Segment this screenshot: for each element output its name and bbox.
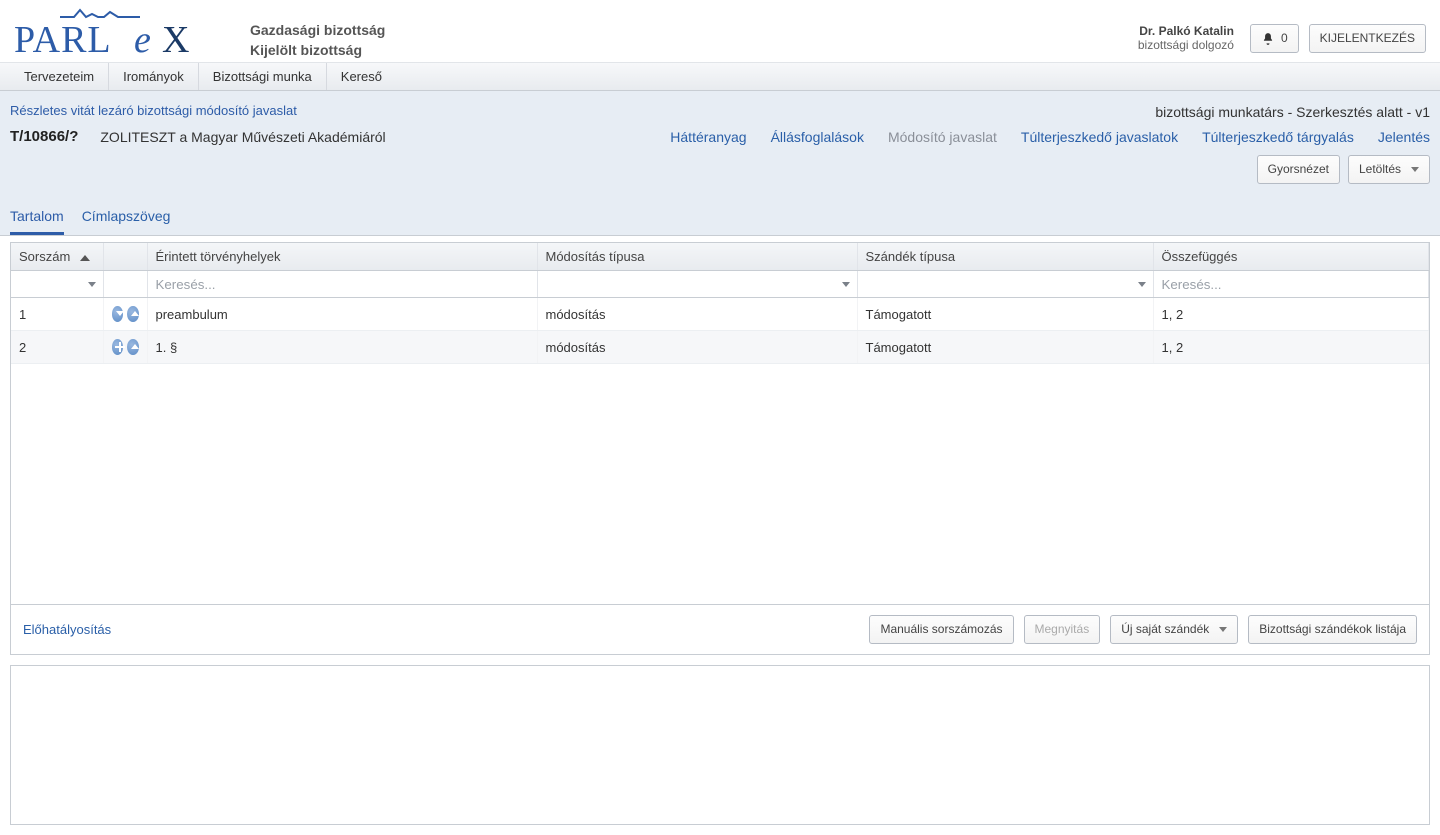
link-tulterjeszkedo-targyalas[interactable]: Túlterjeszkedő tárgyalás [1202,129,1354,145]
parlex-logo: PARL e X [14,6,220,60]
osszefugges-filter-input[interactable] [1154,271,1429,297]
user-name: Dr. Palkó Katalin [1138,24,1234,38]
quickview-button[interactable]: Gyorsnézet [1257,155,1340,184]
table-filter-row [11,271,1429,298]
notifications-button[interactable]: 0 [1250,24,1299,53]
cell-szandek: Támogatott [857,331,1153,364]
row-actions [112,339,139,355]
chevron-down-icon [842,282,850,287]
logout-button[interactable]: KIJELENTKEZÉS [1309,24,1426,53]
table: Sorszám Érintett törvényhelyek Módosítás… [10,242,1430,605]
move-up-button[interactable] [127,306,139,322]
committee-intentions-list-button[interactable]: Bizottsági szándékok listája [1248,615,1417,644]
szandek-filter-dropdown[interactable] [858,271,1153,297]
col-erintett[interactable]: Érintett törvényhelyek [147,243,537,271]
col-icons [103,243,147,271]
main-nav: Tervezeteim Irományok Bizottsági munka K… [0,62,1440,91]
new-own-intention-label: Új saját szándék [1121,621,1209,638]
erintett-filter-input[interactable] [148,271,537,297]
logo[interactable]: PARL e X [14,6,250,60]
filter-icons-blank [103,271,147,298]
cell-erintett: 1. § [147,331,537,364]
link-modosito-javaslat: Módosító javaslat [888,129,997,145]
open-button: Megnyitás [1024,615,1101,644]
svg-text:X: X [162,19,189,60]
doc-id: T/10866/? [10,128,78,145]
cell-sorszam: 2 [11,331,103,364]
status-text: bizottsági munkatárs - Szerkesztés alatt… [1155,104,1430,120]
notif-count: 0 [1281,30,1288,47]
manual-numbering-button[interactable]: Manuális sorszámozás [869,615,1013,644]
cell-sorszam: 1 [11,298,103,331]
table-row[interactable]: 2 1. § módosítás Támogatott 1, 2 [11,331,1429,364]
nav-kereso[interactable]: Kereső [326,63,396,90]
context-panel: Részletes vitát lezáró bizottsági módosí… [0,91,1440,236]
tab-cimlapszoveg[interactable]: Címlapszöveg [82,208,171,235]
nav-iromanyok[interactable]: Irományok [108,63,198,90]
col-szandek[interactable]: Szándék típusa [857,243,1153,271]
svg-text:e: e [134,19,151,60]
sorszam-filter-dropdown[interactable] [11,271,103,297]
col-osszefugges[interactable]: Összefüggés [1153,243,1429,271]
nav-tervezeteim[interactable]: Tervezeteim [10,63,108,90]
breadcrumb[interactable]: Részletes vitát lezáró bizottsági módosí… [10,99,297,124]
col-sorszam-label: Sorszám [19,249,70,264]
bottom-panel [10,665,1430,825]
sub-nav: Háttéranyag Állásfoglalások Módosító jav… [670,129,1430,145]
svg-text:PARL: PARL [14,19,112,60]
move-up-button[interactable] [127,339,139,355]
cell-osszefugges: 1, 2 [1153,331,1429,364]
doc-title: ZOLITESZT a Magyar Művészeti Akadémiáról [100,129,385,145]
chevron-down-icon [1219,627,1227,632]
new-own-intention-button[interactable]: Új saját szándék [1110,615,1238,644]
col-modositas[interactable]: Módosítás típusa [537,243,857,271]
table-empty-area [11,364,1429,604]
table-header-row: Sorszám Érintett törvényhelyek Módosítás… [11,243,1429,271]
committee-name: Gazdasági bizottság [250,20,385,40]
download-label: Letöltés [1359,161,1401,178]
row-actions [112,306,139,322]
table-row[interactable]: 1 preambulum módosítás Támogatott 1, 2 [11,298,1429,331]
tab-tartalom[interactable]: Tartalom [10,208,64,235]
move-down-button[interactable] [112,306,124,322]
col-sorszam[interactable]: Sorszám [11,243,103,271]
bell-icon [1261,32,1275,46]
link-tulterjeszkedo-javaslatok[interactable]: Túlterjeszkedő javaslatok [1021,129,1178,145]
chevron-down-icon [88,282,96,287]
add-button[interactable] [112,339,124,355]
tabs: Tartalom Címlapszöveg [10,194,1430,235]
chevron-down-icon [1138,282,1146,287]
header-titles: Gazdasági bizottság Kijelölt bizottság [250,6,385,60]
link-jelentes[interactable]: Jelentés [1378,129,1430,145]
committee-sub: Kijelölt bizottság [250,40,385,60]
chevron-down-icon [1411,167,1419,172]
user-block: Dr. Palkó Katalin bizottsági dolgozó [1138,24,1234,52]
app-header: PARL e X Gazdasági bizottság Kijelölt bi… [0,0,1440,60]
cell-osszefugges: 1, 2 [1153,298,1429,331]
cell-szandek: Támogatott [857,298,1153,331]
action-bar: Előhatályosítás Manuális sorszámozás Meg… [10,605,1430,655]
user-role: bizottsági dolgozó [1138,38,1234,52]
nav-bizottsagi-munka[interactable]: Bizottsági munka [198,63,326,90]
link-allasfoglalasok[interactable]: Állásfoglalások [771,129,864,145]
modositas-filter-dropdown[interactable] [538,271,857,297]
sort-asc-icon [80,255,90,261]
download-button[interactable]: Letöltés [1348,155,1430,184]
link-hatteranyag[interactable]: Háttéranyag [670,129,746,145]
cell-modositas: módosítás [537,298,857,331]
cell-modositas: módosítás [537,331,857,364]
cell-erintett: preambulum [147,298,537,331]
elohatalyositas-link[interactable]: Előhatályosítás [23,622,111,637]
